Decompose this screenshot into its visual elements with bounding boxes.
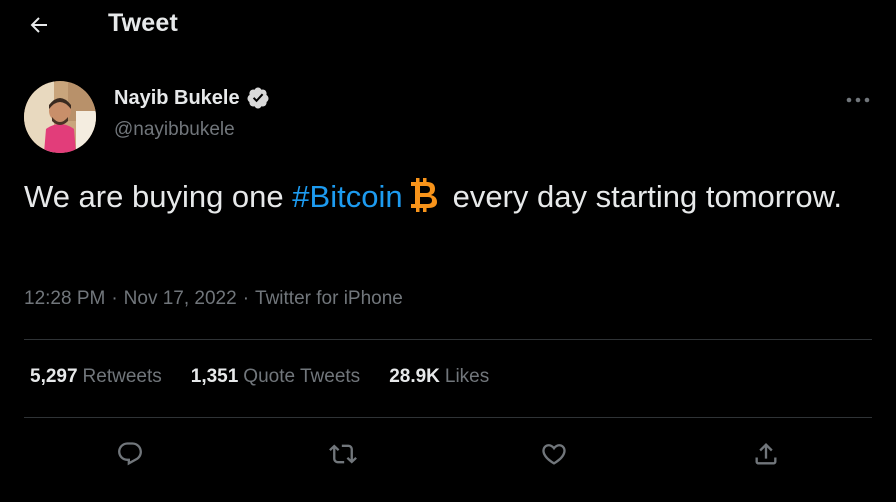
- verified-badge-icon: [247, 87, 269, 109]
- retweet-button[interactable]: [321, 432, 365, 476]
- hashtag-link[interactable]: #Bitcoin: [292, 179, 402, 214]
- reply-button[interactable]: [108, 432, 152, 476]
- retweets-count: 5,297: [30, 366, 78, 387]
- display-name[interactable]: Nayib Bukele: [114, 87, 240, 110]
- retweets-label: Retweets: [82, 366, 162, 387]
- divider: [24, 339, 872, 340]
- more-horizontal-icon: [846, 97, 870, 103]
- avatar[interactable]: [24, 81, 96, 153]
- share-icon: [755, 443, 777, 465]
- tweet-actions: [0, 432, 896, 476]
- back-button[interactable]: [22, 8, 56, 42]
- more-options-button[interactable]: [840, 85, 876, 115]
- meta-separator: ·: [242, 288, 250, 309]
- user-handle[interactable]: @nayibbukele: [114, 119, 235, 141]
- header: Tweet: [0, 0, 896, 50]
- arrow-left-icon: [30, 17, 47, 33]
- like-icon: [542, 444, 566, 465]
- tweet-text: We are buying one #Bitcoin every day sta…: [24, 177, 864, 217]
- tweet-text-lead: We are buying one: [24, 179, 293, 214]
- like-button[interactable]: [532, 432, 576, 476]
- page-title: Tweet: [108, 9, 178, 37]
- likes-label: Likes: [444, 366, 490, 387]
- meta-separator: ·: [111, 288, 118, 309]
- quote-tweets-stat[interactable]: 1,351 Quote Tweets: [191, 366, 360, 388]
- likes-stat[interactable]: 28.9K Likes: [389, 366, 489, 388]
- retweet-icon: [329, 444, 357, 464]
- avatar-image: [24, 81, 96, 153]
- share-button[interactable]: [744, 432, 788, 476]
- display-name-row: Nayib Bukele: [114, 86, 270, 110]
- reply-icon: [118, 442, 142, 466]
- quote-tweets-label: Quote Tweets: [243, 366, 361, 387]
- tweet-meta: 12:28 PM · Nov 17, 2022 · Twitter for iP…: [24, 288, 403, 310]
- tweet-source[interactable]: Twitter for iPhone: [255, 288, 403, 310]
- quote-tweets-count: 1,351: [190, 366, 239, 387]
- divider: [24, 417, 872, 418]
- bitcoin-emoji-icon: [410, 178, 437, 212]
- retweets-stat[interactable]: 5,297 Retweets: [30, 366, 162, 388]
- likes-count: 28.9K: [389, 366, 440, 387]
- tweet-stats: 5,297 Retweets 1,351 Quote Tweets 28.9K …: [30, 366, 518, 388]
- tweet-date[interactable]: Nov 17, 2022: [124, 288, 237, 310]
- tweet-text-trail: every day starting tomorrow.: [452, 179, 842, 214]
- tweet-time[interactable]: 12:28 PM: [24, 288, 105, 310]
- tweet-page: Tweet Nayib Bukele @nayibbukele We are b…: [0, 0, 896, 502]
